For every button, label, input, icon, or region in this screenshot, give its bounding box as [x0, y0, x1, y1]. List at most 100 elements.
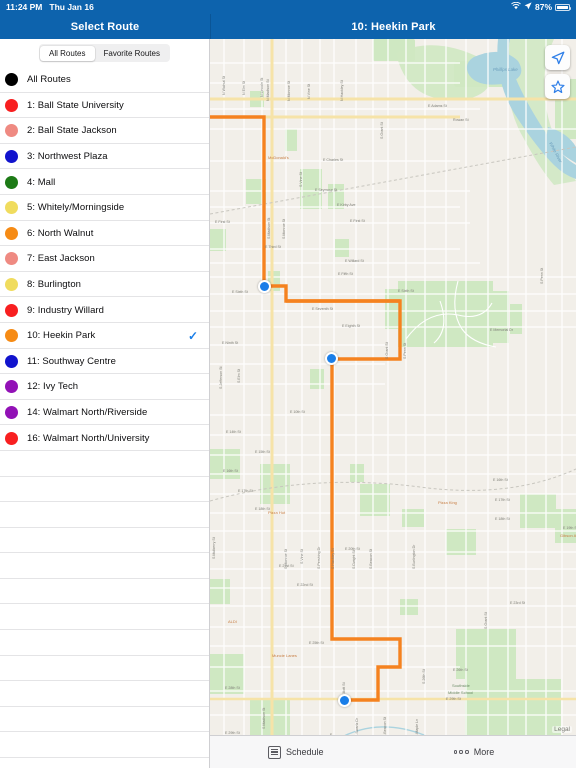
map-street-label: E 19th St — [563, 526, 576, 530]
map-street-label: E 23rd St — [510, 601, 525, 605]
route-row[interactable]: 10: Heekin Park ✓ — [0, 323, 209, 349]
route-row[interactable]: 6: North Walnut — [0, 221, 209, 247]
status-bar-right: 87% — [511, 1, 572, 12]
map-street-label: E 16th St — [493, 478, 508, 482]
route-select-panel: All Routes Favorite Routes All Routes 1: … — [0, 39, 210, 768]
battery-percent: 87% — [534, 2, 552, 12]
navigation-bars: Select Route 10: Heekin Park — [0, 14, 576, 39]
schedule-button[interactable]: Schedule — [268, 745, 324, 759]
map-panel[interactable]: N Madison St N Monroe St N Vine St N Hackle… — [210, 39, 576, 768]
route-row[interactable]: 7: East Jackson — [0, 246, 209, 272]
empty-row — [0, 604, 209, 630]
map-street-label: S Madison St — [267, 218, 271, 239]
map-street-label: E First St — [350, 219, 365, 223]
route-color-dot — [5, 303, 18, 317]
map-street-label: S Swartz Dr — [355, 717, 359, 737]
route-color-dot — [5, 150, 18, 164]
route-label: 12: Ivy Tech — [27, 381, 79, 393]
route-row[interactable]: 1: Ball State University — [0, 93, 209, 119]
route-row[interactable]: 4: Mall — [0, 169, 209, 195]
map-street-label: Middle School — [448, 690, 473, 695]
status-time: 11:24 PM — [6, 2, 43, 12]
schedule-list-icon — [268, 745, 281, 759]
map-street-label: ALDI — [228, 619, 237, 624]
map-street-label: E 17th St — [495, 498, 510, 502]
map-street-label: E Ninth St — [222, 341, 238, 345]
status-bar: 11:24 PM Thu Jan 16 87% — [0, 0, 576, 14]
locate-button[interactable] — [545, 45, 570, 70]
empty-row — [0, 502, 209, 528]
map-street-label: S Grant St — [380, 122, 384, 139]
map-street-label: E 26th St — [453, 668, 468, 672]
map-street-label: E First St — [215, 220, 230, 224]
route-color-dot — [5, 124, 18, 138]
map-street-label: S Penn St — [403, 343, 407, 359]
favorite-button[interactable] — [545, 74, 570, 99]
empty-row — [0, 528, 209, 554]
schedule-label: Schedule — [286, 747, 324, 757]
route-row[interactable]: 2: Ball State Jackson — [0, 118, 209, 144]
segment-all-routes[interactable]: All Routes — [40, 45, 95, 61]
map-street-label: N Madison St — [266, 79, 270, 101]
map-street-label: N Lincoln St — [260, 78, 264, 97]
map-street-label: Rowan St — [453, 118, 469, 122]
route-color-dot — [5, 252, 18, 266]
map-street-label: S Pershing Dr — [317, 546, 321, 569]
route-label: 4: Mall — [27, 176, 56, 188]
map-street-label: E Third St — [265, 245, 281, 249]
map-street-label: E 29th St — [446, 697, 461, 701]
map-street-label: E 10th St — [290, 410, 305, 414]
route-row[interactable]: 16: Walmart North/University — [0, 425, 209, 451]
route-row[interactable]: 14: Walmart North/Riverside — [0, 400, 209, 426]
map-street-label: S Vine St — [300, 549, 304, 564]
bus-marker[interactable] — [257, 279, 271, 293]
empty-row — [0, 553, 209, 579]
map-svg: N Madison St N Monroe St N Vine St N Hackle… — [210, 39, 576, 739]
route-label: 5: Whitely/Morningside — [27, 202, 125, 214]
route-row[interactable]: 8: Burlington — [0, 272, 209, 298]
map-street-label: E Willard St — [345, 259, 364, 263]
bus-marker[interactable] — [337, 693, 351, 707]
bus-marker[interactable] — [324, 351, 338, 365]
route-row[interactable]: 3: Northwest Plaza — [0, 144, 209, 170]
route-row[interactable]: 5: Whitely/Morningside — [0, 195, 209, 221]
more-dots-icon — [453, 750, 469, 754]
map-street-label: E Fifth St — [338, 272, 353, 276]
route-row[interactable]: 12: Ivy Tech — [0, 374, 209, 400]
segment-favorite-routes[interactable]: Favorite Routes — [95, 46, 169, 61]
legal-label[interactable]: Legal — [552, 726, 572, 733]
map-street-label: E Adams St — [428, 104, 447, 108]
routes-filter-segmented-control[interactable]: All Routes Favorite Routes — [38, 44, 171, 62]
app-root: 11:24 PM Thu Jan 16 87% Select Route 10:… — [0, 0, 576, 768]
star-icon — [550, 79, 565, 94]
location-arrow-icon — [524, 2, 532, 12]
empty-row — [0, 732, 209, 758]
empty-row — [0, 707, 209, 733]
status-date: Thu Jan 16 — [49, 2, 94, 12]
route-color-dot — [5, 175, 18, 189]
route-row[interactable]: 9: Industry Willard — [0, 297, 209, 323]
selected-checkmark-icon: ✓ — [187, 328, 198, 343]
map-street-label: Pizza King — [438, 500, 457, 505]
map-street-label: Gibson A — [560, 533, 576, 538]
route-label: 7: East Jackson — [27, 253, 95, 265]
route-list: All Routes 1: Ball State University 2: Bal… — [0, 67, 209, 759]
more-button[interactable]: More — [453, 747, 494, 757]
route-row[interactable]: 11: Southway Centre — [0, 349, 209, 375]
route-color-dot — [5, 98, 18, 112]
empty-row — [0, 656, 209, 682]
map-street-label: E Eighth St — [342, 324, 360, 328]
map-street-label: E 25th St — [309, 641, 324, 645]
route-row[interactable]: All Routes — [0, 67, 209, 93]
map-canvas[interactable]: N Madison St N Monroe St N Vine St N Hackle… — [210, 39, 576, 768]
map-street-label: S Penn St — [540, 268, 544, 284]
map-street-label: McDonald's — [268, 155, 289, 160]
battery-icon — [555, 3, 572, 11]
map-street-label: E Seventh St — [312, 307, 333, 311]
map-street-label: N Hackley St — [340, 80, 344, 101]
map-street-label: S Elm St — [237, 369, 241, 383]
map-street-label: S Burlington Dr — [412, 544, 416, 569]
route-color-dot — [5, 406, 18, 420]
left-nav-title: Select Route — [0, 14, 210, 39]
map-street-label: Muncie Lanes — [272, 653, 297, 658]
